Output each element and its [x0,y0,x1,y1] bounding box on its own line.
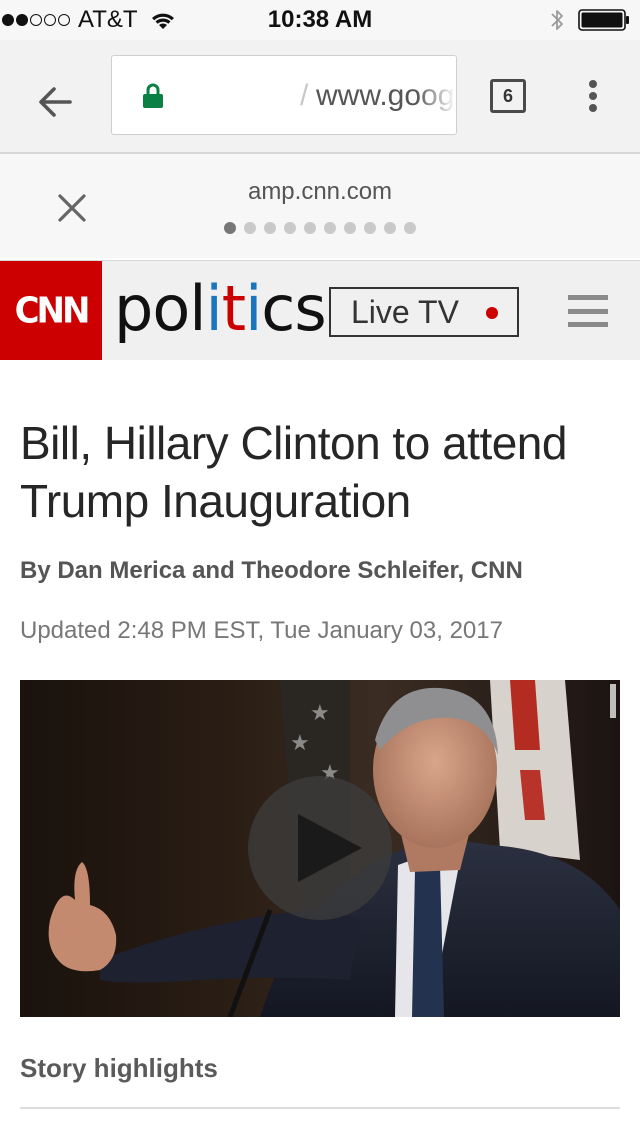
pager-dot [344,222,356,234]
article-byline: By Dan Merica and Theodore Schleifer, CN… [20,557,523,584]
svg-text:★: ★ [290,731,310,756]
svg-text:★: ★ [310,701,330,726]
pager-dot [404,222,416,234]
pager-dot [264,222,276,234]
pager-dot [324,222,336,234]
amp-domain: amp.cnn.com [247,178,393,205]
status-bar: AT&T 10:38 AM [0,0,640,40]
play-icon [298,814,362,882]
menu-dot [589,92,597,100]
menu-dot [589,104,597,112]
video-player[interactable]: ★ ★ ★ [20,680,620,1017]
amp-viewer-header: amp.cnn.com [0,154,640,258]
live-tv-label: Live TV [351,294,459,330]
pager-dot [304,222,316,234]
tab-switcher-button[interactable]: 6 [490,79,526,113]
more-vert-icon[interactable] [580,76,606,116]
cnn-logo-text: CNN [14,289,91,332]
cnn-header: CNN politics Live TV [0,260,640,360]
back-button[interactable] [30,76,82,128]
hamburger-bar [568,295,608,300]
status-time: 10:38 AM [267,6,373,33]
address-bar[interactable]: / www.google.com [111,55,457,135]
play-button[interactable] [248,776,392,920]
hamburger-bar [568,308,608,314]
pager-dot [284,222,296,234]
hamburger-menu-icon[interactable] [568,295,608,327]
pager-dot [384,222,396,234]
browser-toolbar: / www.google.com 6 [0,40,640,154]
live-indicator-dot [486,307,498,319]
section-title-part: i [245,272,262,345]
battery-icon [578,9,629,31]
pager-dot [244,222,256,234]
back-arrow-icon [39,87,72,117]
section-title-part: t [221,272,246,345]
section-title-politics[interactable]: politics [114,269,327,349]
bluetooth-icon [551,10,563,30]
hamburger-bar [568,322,608,327]
url-prefix: / [300,79,309,112]
url-fade [416,56,456,134]
live-tv-button[interactable]: Live TV [329,287,519,337]
story-highlights-heading: Story highlights [20,1053,218,1083]
cnn-logo[interactable]: CNN [0,261,102,360]
status-right [550,0,630,40]
carousel-pager [224,222,416,234]
lock-icon [143,83,163,108]
section-title-part: pol [114,272,207,345]
pager-dot [224,222,236,234]
section-title-part: cs [261,272,326,345]
article-timestamp: Updated 2:48 PM EST, Tue January 03, 201… [20,617,503,644]
article-headline: Bill, Hillary Clinton to attend Trump In… [20,417,567,527]
menu-dot [589,80,597,88]
network-watermark [610,684,616,718]
section-title-part: i [205,272,223,345]
divider [20,1107,620,1109]
pager-dot [364,222,376,234]
